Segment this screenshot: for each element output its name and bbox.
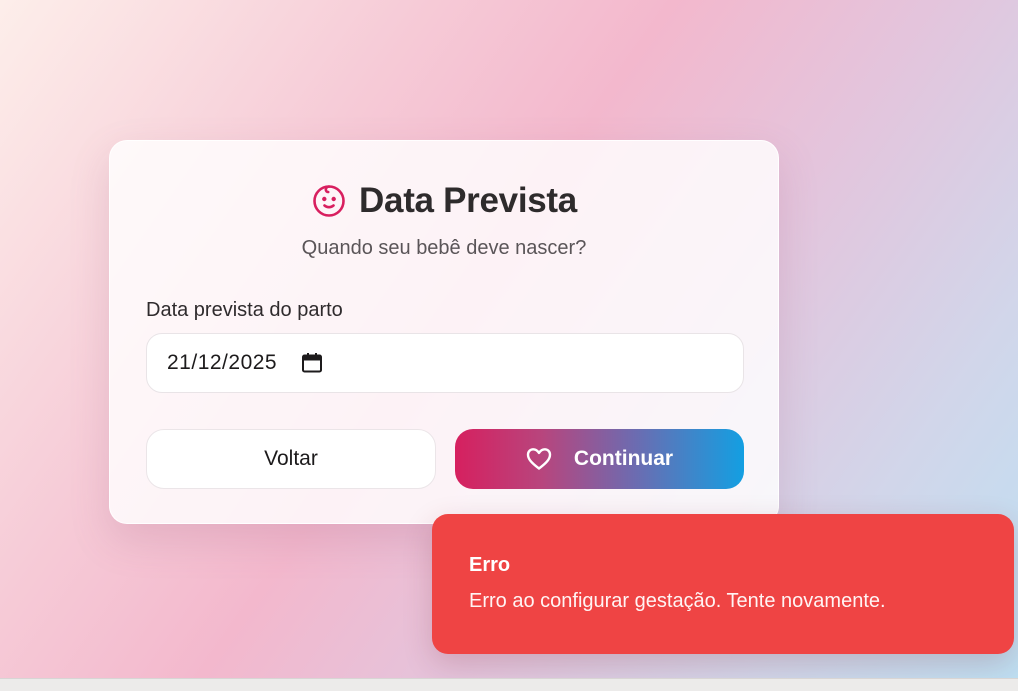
back-button[interactable]: Voltar [146,429,436,489]
page-background: Data Prevista Quando seu bebê deve nasce… [0,0,1018,691]
calendar-icon[interactable] [301,352,323,374]
toast-title: Erro [469,554,511,576]
back-button-label: Voltar [264,447,318,470]
due-date-value[interactable]: 21/12/2025 [167,351,277,375]
due-date-card: Data Prevista Quando seu bebê deve nasce… [109,140,779,524]
continue-button-label: Continuar [573,447,674,470]
due-date-label: Data prevista do parto [146,299,343,321]
continue-button[interactable]: Continuar [455,429,744,489]
baby-face-icon [311,183,347,219]
page-title: Data Prevista [359,181,577,220]
due-date-input[interactable]: 21/12/2025 [146,333,744,393]
toast-message: Erro ao configurar gestação. Tente novam… [469,590,886,612]
card-header: Data Prevista [110,181,778,221]
page-subtitle: Quando seu bebê deve nascer? [301,237,587,259]
error-toast[interactable]: Erro Erro ao configurar gestação. Tente … [432,514,1014,654]
bottom-bar [0,678,1018,691]
heart-icon [526,447,552,471]
